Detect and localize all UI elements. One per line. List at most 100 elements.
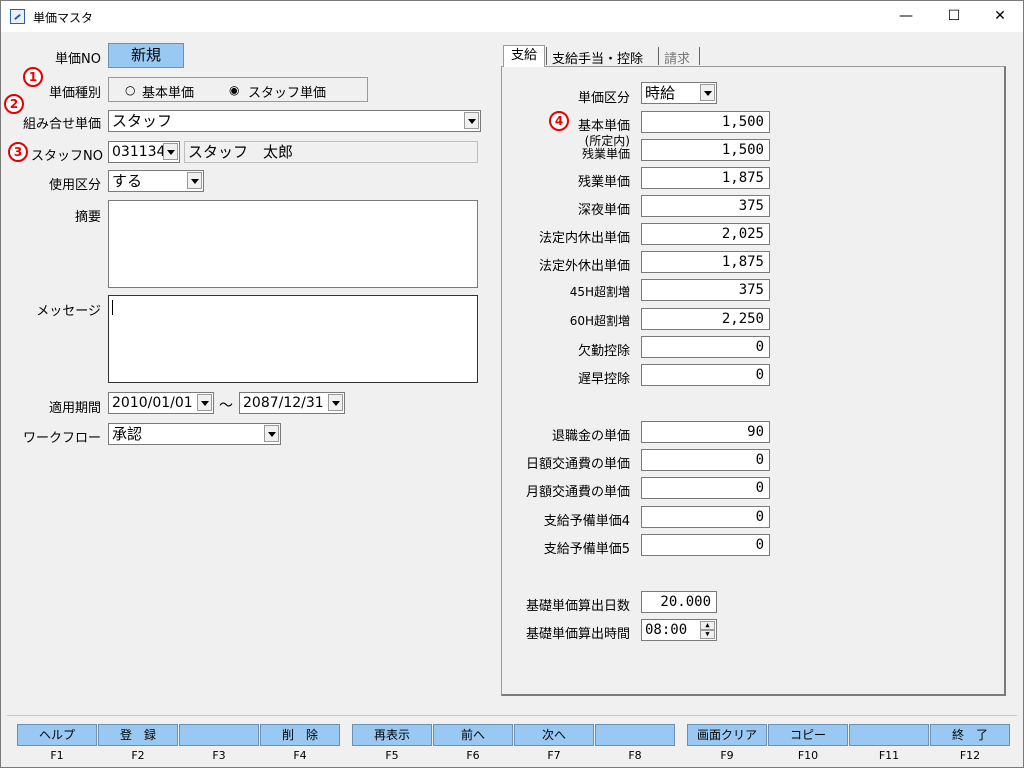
period-from-select[interactable]: 2010/01/01 [108,392,214,414]
rate-label: 深夜単価 [577,203,630,218]
period-tilde: ～ [219,398,233,414]
chevron-down-icon[interactable] [187,172,202,189]
fkey-label: F7 [547,749,561,762]
rate-label: 月額交通費の単価 [525,485,630,500]
exit-button[interactable]: 終 了 [930,724,1010,746]
use-class-value: する [112,172,143,190]
rate-input[interactable]: 1,875 [641,167,770,189]
rate-input[interactable]: 1,500 [641,111,770,133]
base-days-input[interactable]: 20.000 [641,591,717,613]
tab-divider [699,47,700,65]
rate-input[interactable]: 375 [641,279,770,301]
base-days-label: 基礎単価算出日数 [525,599,630,614]
summary-label: 摘要 [74,210,101,225]
use-class-select[interactable]: する [108,170,204,192]
chevron-down-icon[interactable] [328,394,343,411]
rate-input[interactable]: 0 [641,534,770,556]
base-time-spinner[interactable]: 08:00 ▲ ▼ [641,619,717,641]
rate-input[interactable]: 2,025 [641,223,770,245]
rate-input[interactable]: 2,250 [641,308,770,330]
rate-label: 基本単価 [577,119,630,134]
period-label: 適用期間 [48,401,101,416]
badge-3: 3 [8,142,28,162]
combo-unit-select[interactable]: スタッフ [108,110,481,132]
next-button[interactable]: 次へ [514,724,594,746]
base-time-label: 基礎単価算出時間 [525,627,630,642]
chevron-down-icon[interactable] [700,84,715,101]
rate-label: 60H超割増 [569,314,630,328]
minimize-button[interactable]: — [883,1,929,32]
workflow-select[interactable]: 承認 [108,423,281,445]
fkey-label: F3 [212,749,226,762]
message-label: メッセージ [36,304,101,319]
staff-name-display: スタッフ 太郎 [184,141,478,163]
period-to-select[interactable]: 2087/12/31 [239,392,345,414]
window: 単価マスタ — ☐ ✕ 単価NO 新規 1 単価種別 ○ 基本単価 ◉ スタッフ… [0,0,1024,768]
fkey-label: F2 [131,749,145,762]
rate-label: 遅早控除 [577,372,630,387]
clear-screen-button[interactable]: 画面クリア [687,724,767,746]
refresh-button[interactable]: 再表示 [352,724,432,746]
f11-button[interactable] [849,724,929,746]
chevron-down-icon[interactable] [464,112,479,129]
close-button[interactable]: ✕ [977,1,1023,32]
f3-button[interactable] [179,724,259,746]
rate-input[interactable]: 1,500 [641,139,770,161]
workflow-label: ワークフロー [22,431,101,446]
staff-no-select[interactable]: 031134 [108,141,180,163]
rate-label: 支給予備単価4 [543,514,630,529]
help-button[interactable]: ヘルプ [17,724,97,746]
f8-button[interactable] [595,724,675,746]
rate-input[interactable]: 0 [641,364,770,386]
unit-no-label: 単価NO [55,52,101,67]
spin-down-icon[interactable]: ▼ [700,630,715,639]
text-cursor [112,300,113,315]
fkey-label: F6 [466,749,480,762]
radio-staff-unit-label: スタッフ単価 [248,86,327,101]
rate-input[interactable]: 0 [641,506,770,528]
tab-allowance[interactable]: 支給手当・控除 [552,48,643,67]
radio-basic-unit[interactable]: ○ [125,83,135,97]
chevron-down-icon[interactable] [264,425,279,442]
fkey-label: F12 [959,749,981,762]
tab-divider [546,47,547,65]
radio-staff-unit[interactable]: ◉ [229,83,239,97]
radio-basic-unit-label: 基本単価 [142,86,195,101]
tab-panel-payment: 単価区分 時給 4 基本単価 1,500 (所定内) 残業単価 1,500 残業… [501,66,1006,696]
chevron-down-icon[interactable] [197,394,212,411]
message-textarea[interactable] [108,295,478,383]
rate-input[interactable]: 0 [641,449,770,471]
unit-type-group: ○ 基本単価 ◉ スタッフ単価 [108,77,368,102]
fkey-label: F4 [293,749,307,762]
rate-label: 欠勤控除 [577,344,630,359]
badge-2: 2 [4,94,24,114]
rate-label: 支給予備単価5 [543,542,630,557]
rate-input[interactable]: 0 [641,336,770,358]
base-time-value: 08:00 [645,622,688,638]
rate-input[interactable]: 1,875 [641,251,770,273]
fkey-label: F11 [878,749,900,762]
workflow-value: 承認 [112,425,143,443]
maximize-button[interactable]: ☐ [931,1,977,32]
unit-class-label: 単価区分 [577,91,630,106]
unit-class-value: 時給 [645,84,676,102]
copy-button[interactable]: コピー [768,724,848,746]
fkey-label: F9 [720,749,734,762]
combo-unit-label: 組み合せ単価 [22,117,101,132]
spin-up-icon[interactable]: ▲ [700,621,715,630]
fkey-label: F10 [797,749,819,762]
rate-input[interactable]: 90 [641,421,770,443]
unit-no-value: 新規 [108,43,184,68]
delete-button[interactable]: 削 除 [260,724,340,746]
tab-payment[interactable]: 支給 [503,45,545,67]
summary-textarea[interactable] [108,200,478,288]
rate-input[interactable]: 0 [641,477,770,499]
app-icon [10,9,25,24]
unit-class-select[interactable]: 時給 [641,82,717,104]
chevron-down-icon[interactable] [163,143,178,160]
tab-billing[interactable]: 請求 [664,48,690,67]
register-button[interactable]: 登 録 [98,724,178,746]
rate-label: 45H超割増 [569,285,630,299]
previous-button[interactable]: 前へ [433,724,513,746]
rate-input[interactable]: 375 [641,195,770,217]
